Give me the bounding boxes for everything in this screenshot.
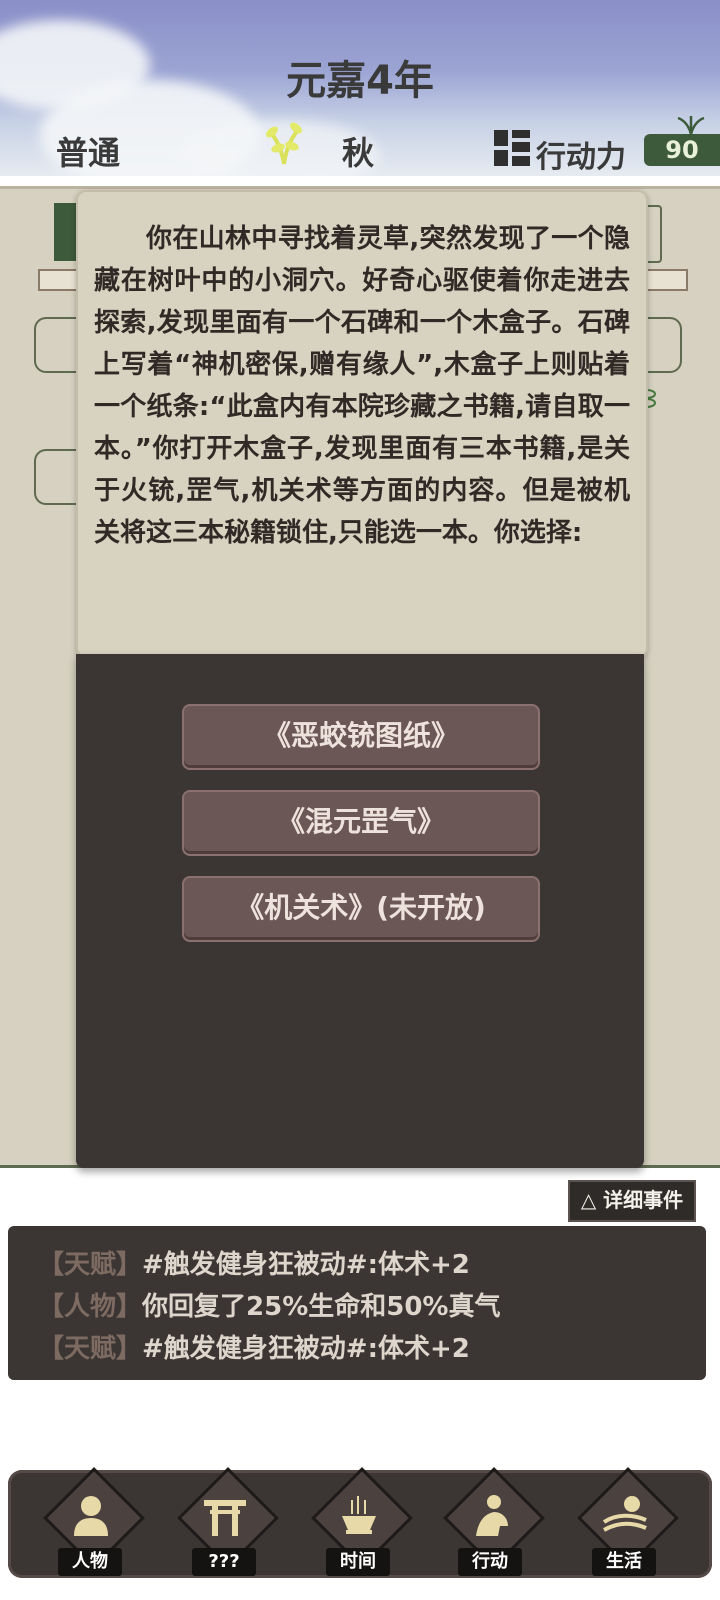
log-tag: 【天赋】 xyxy=(38,1334,143,1364)
nav-label: 时间 xyxy=(326,1548,390,1576)
event-log: 【天赋】#触发健身狂被动#:体术+2 【人物】你回复了25%生命和50%真气 【… xyxy=(8,1226,706,1380)
log-entry: 【人物】你回复了25%生命和50%真气 xyxy=(38,1286,500,1323)
person-icon xyxy=(74,1496,108,1536)
choice-button-3[interactable]: 《机关术》(未开放) xyxy=(182,876,540,942)
nav-label: 生活 xyxy=(592,1548,656,1576)
gate-icon xyxy=(204,1500,246,1536)
action-icon xyxy=(476,1495,508,1536)
nav-item-time[interactable]: 时间 xyxy=(306,1467,413,1578)
game-year-title: 元嘉4年 xyxy=(286,58,434,104)
nav-label: 人物 xyxy=(58,1548,122,1576)
top-status-bar: 元嘉4年 普通 秋 行动力 90 xyxy=(0,0,720,176)
nav-item-action[interactable]: 行动 xyxy=(438,1467,545,1578)
nav-item-life[interactable]: 生活 xyxy=(572,1467,679,1578)
field-icon xyxy=(602,1496,647,1532)
log-entry: 【天赋】#触发健身狂被动#:体术+2 xyxy=(38,1244,470,1281)
action-power-value: 90 xyxy=(644,134,720,166)
panel-frame-decoration xyxy=(34,449,80,505)
action-power-label: 行动力 xyxy=(536,140,626,175)
nav-item-character[interactable]: 人物 xyxy=(38,1467,145,1578)
nav-label: ??? xyxy=(192,1548,256,1576)
log-tag: 【人物】 xyxy=(38,1292,143,1322)
choice-button-2[interactable]: 《混元罡气》 xyxy=(182,790,540,856)
autumn-plant-icon xyxy=(266,122,302,165)
nav-label: 行动 xyxy=(458,1548,522,1576)
log-entry: 【天赋】#触发健身狂被动#:体术+2 xyxy=(38,1328,470,1365)
nav-item-unknown[interactable]: ??? xyxy=(172,1467,279,1578)
log-tag: 【天赋】 xyxy=(38,1250,143,1280)
panel-frame-decoration xyxy=(34,317,80,373)
log-text: #触发健身狂被动#:体术+2 xyxy=(142,1334,470,1364)
choice-button-1[interactable]: 《恶蛟铳图纸》 xyxy=(182,704,540,770)
event-dialog: 你在山林中寻找着灵草,突然发现了一个隐藏在树叶中的小洞穴。好奇心驱使着你走进去探… xyxy=(76,190,648,658)
difficulty-label: 普通 xyxy=(56,134,121,172)
event-choices-panel: 《恶蛟铳图纸》 《混元罡气》 《机关术》(未开放) xyxy=(76,654,644,1168)
incense-icon xyxy=(342,1496,376,1534)
log-text: #触发健身狂被动#:体术+2 xyxy=(142,1250,470,1280)
season-label: 秋 xyxy=(342,134,375,172)
detail-events-button[interactable]: △ 详细事件 xyxy=(568,1180,696,1222)
log-text: 你回复了25%生命和50%真气 xyxy=(142,1292,501,1322)
leaf-icon xyxy=(677,116,705,135)
event-description: 你在山林中寻找着灵草,突然发现了一个隐藏在树叶中的小洞穴。好奇心驱使着你走进去探… xyxy=(94,224,630,548)
action-power-icon xyxy=(494,130,530,166)
bottom-nav: 人物 ??? 时间 行动 生活 xyxy=(8,1467,712,1578)
